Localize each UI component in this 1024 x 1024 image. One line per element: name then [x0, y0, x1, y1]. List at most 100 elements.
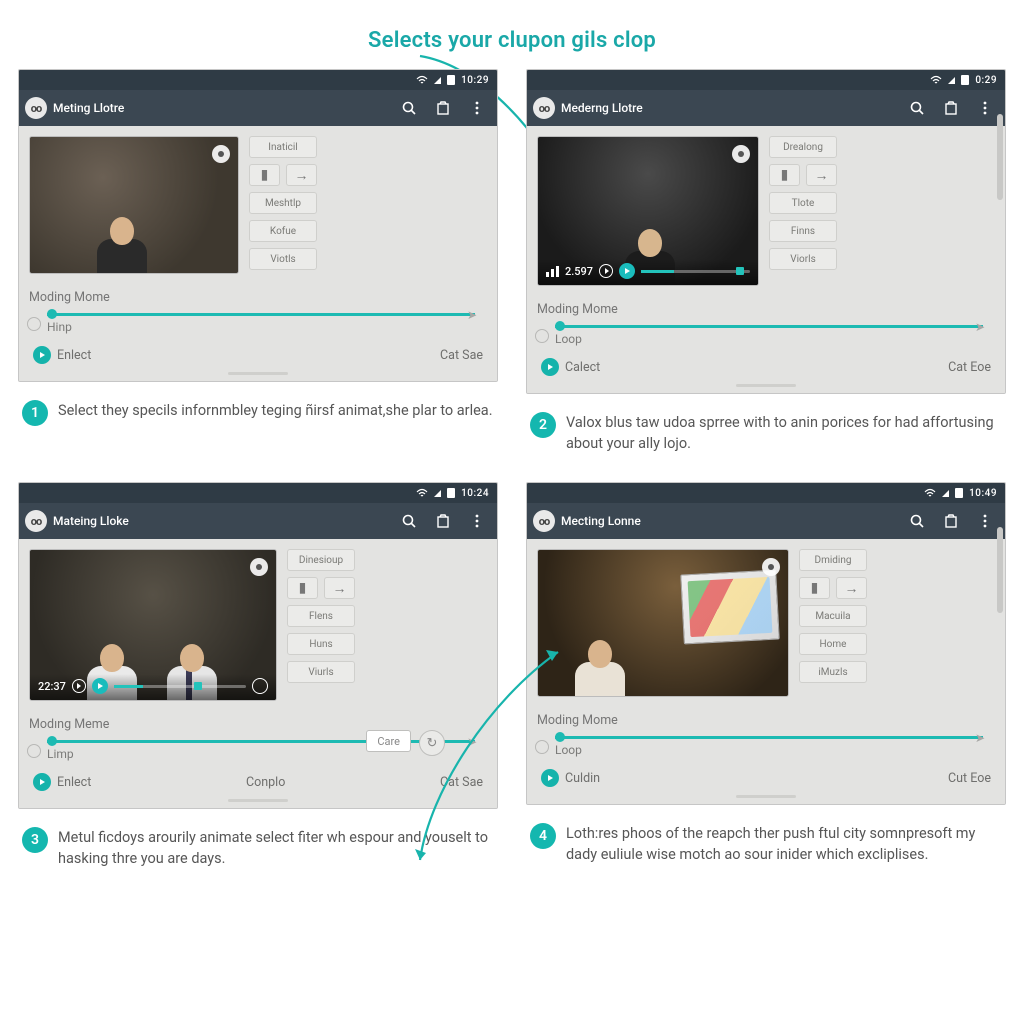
- forward-button[interactable]: →: [324, 577, 355, 599]
- app-title: Meting Llotre: [53, 101, 389, 115]
- filter-chip[interactable]: Drealong: [769, 136, 837, 158]
- step-cell-3: 10:24 oo Mateing Lloke: [18, 482, 498, 869]
- filter-chip[interactable]: Dmiding: [799, 549, 867, 571]
- play-button[interactable]: [92, 678, 108, 694]
- more-icon[interactable]: [971, 94, 999, 122]
- drag-handle[interactable]: [736, 795, 796, 798]
- filter-chip[interactable]: Inaticil: [249, 136, 317, 158]
- right-action[interactable]: Cut Eoe: [948, 771, 991, 786]
- video-preview[interactable]: [537, 549, 789, 697]
- right-action[interactable]: Cat Eoe: [948, 360, 991, 375]
- play-button[interactable]: [541, 358, 559, 376]
- inline-input[interactable]: Care: [366, 730, 411, 752]
- align-left-button[interactable]: ▮: [769, 164, 800, 186]
- filter-chip[interactable]: Meshtlp: [249, 192, 317, 214]
- status-clock: 0:29: [975, 75, 997, 86]
- play-button[interactable]: [619, 263, 635, 279]
- right-action[interactable]: Cat Sae: [440, 348, 483, 363]
- drag-handle[interactable]: [228, 372, 288, 375]
- search-icon[interactable]: [903, 507, 931, 535]
- wifi-icon: [930, 75, 942, 85]
- scrollbar[interactable]: [997, 527, 1003, 613]
- progress-bar[interactable]: [641, 270, 750, 273]
- signal-icon: [948, 77, 955, 84]
- filter-chip[interactable]: iMuzls: [799, 661, 867, 683]
- app-bar: oo Mecting Lonne: [527, 503, 1005, 539]
- play-outline-icon[interactable]: [72, 679, 86, 693]
- video-controls: 22:37: [30, 674, 276, 700]
- play-button[interactable]: [541, 769, 559, 787]
- status-bar: 10:29: [19, 70, 497, 90]
- wifi-icon: [924, 488, 936, 498]
- filter-chip[interactable]: Viurls: [287, 661, 355, 683]
- marker-icon[interactable]: [212, 145, 230, 163]
- left-action[interactable]: Calect: [565, 360, 600, 375]
- play-outline-icon[interactable]: [599, 264, 613, 278]
- step-cell-4: 10:49 oo Mecting Lonne: [526, 482, 1006, 869]
- app-logo-icon[interactable]: oo: [533, 510, 555, 532]
- filter-chip[interactable]: Huns: [287, 633, 355, 655]
- align-left-button[interactable]: ▮: [249, 164, 280, 186]
- track-sublabel: Loop: [537, 328, 995, 346]
- filter-chip[interactable]: Viotls: [249, 248, 317, 270]
- play-button[interactable]: [33, 773, 51, 791]
- marker-icon[interactable]: [762, 558, 780, 576]
- align-left-button[interactable]: ▮: [287, 577, 318, 599]
- archive-icon[interactable]: [937, 507, 965, 535]
- filter-chip[interactable]: Viorls: [769, 248, 837, 270]
- app-logo-icon[interactable]: oo: [25, 510, 47, 532]
- loop-toggle[interactable]: ↻: [419, 730, 445, 756]
- bottom-toolbar: Enlect Cat Sae: [29, 336, 487, 370]
- search-icon[interactable]: [395, 94, 423, 122]
- filter-chip[interactable]: Dinesioup: [287, 549, 355, 571]
- timeline[interactable]: ➤ Hinp: [29, 313, 487, 336]
- filter-chip[interactable]: Tlote: [769, 192, 837, 214]
- app-logo-icon[interactable]: oo: [25, 97, 47, 119]
- center-action[interactable]: Conplo: [246, 775, 285, 790]
- left-action[interactable]: Culdin: [565, 771, 600, 786]
- scrollbar[interactable]: [997, 114, 1003, 200]
- step-caption: 1 Select they specils infornmbley teging…: [18, 382, 498, 426]
- more-icon[interactable]: [463, 94, 491, 122]
- status-bar: 10:49: [527, 483, 1005, 503]
- video-preview[interactable]: [29, 136, 239, 274]
- filter-chip[interactable]: Home: [799, 633, 867, 655]
- side-panel: Dmiding ▮ → Macuila Home iMuzls: [799, 549, 995, 697]
- align-left-button[interactable]: ▮: [799, 577, 830, 599]
- app-logo-icon[interactable]: oo: [533, 97, 555, 119]
- video-preview[interactable]: 2.597: [537, 136, 759, 286]
- timecode: 22:37: [38, 680, 66, 693]
- progress-bar[interactable]: [114, 685, 246, 688]
- marker-icon[interactable]: [250, 558, 268, 576]
- phone-frame: 0:29 oo Mederng Llotre: [526, 69, 1006, 394]
- archive-icon[interactable]: [937, 94, 965, 122]
- section-label: Moding Mome: [537, 697, 995, 730]
- play-button[interactable]: [33, 346, 51, 364]
- left-action[interactable]: Enlect: [57, 775, 91, 790]
- phone-frame: 10:29 oo Meting Llotre: [18, 69, 498, 382]
- forward-button[interactable]: →: [806, 164, 837, 186]
- filter-chip[interactable]: Flens: [287, 605, 355, 627]
- more-icon[interactable]: [971, 507, 999, 535]
- right-action[interactable]: Cat Sae: [440, 775, 483, 790]
- filter-chip[interactable]: Macuila: [799, 605, 867, 627]
- timeline[interactable]: ➤ Loop: [537, 325, 995, 348]
- drag-handle[interactable]: [228, 799, 288, 802]
- forward-button[interactable]: →: [286, 164, 317, 186]
- more-icon[interactable]: [463, 507, 491, 535]
- left-action[interactable]: Enlect: [57, 348, 91, 363]
- forward-button[interactable]: →: [836, 577, 867, 599]
- archive-icon[interactable]: [429, 507, 457, 535]
- step-cell-1: 10:29 oo Meting Llotre: [18, 69, 498, 454]
- search-icon[interactable]: [395, 507, 423, 535]
- emoji-icon[interactable]: [252, 678, 268, 694]
- drag-handle[interactable]: [736, 384, 796, 387]
- archive-icon[interactable]: [429, 94, 457, 122]
- filter-chip[interactable]: Kofue: [249, 220, 317, 242]
- video-preview[interactable]: 22:37: [29, 549, 277, 701]
- marker-icon[interactable]: [732, 145, 750, 163]
- timeline[interactable]: ➤ Loop: [537, 736, 995, 759]
- search-icon[interactable]: [903, 94, 931, 122]
- step-number: 1: [22, 400, 48, 426]
- filter-chip[interactable]: Finns: [769, 220, 837, 242]
